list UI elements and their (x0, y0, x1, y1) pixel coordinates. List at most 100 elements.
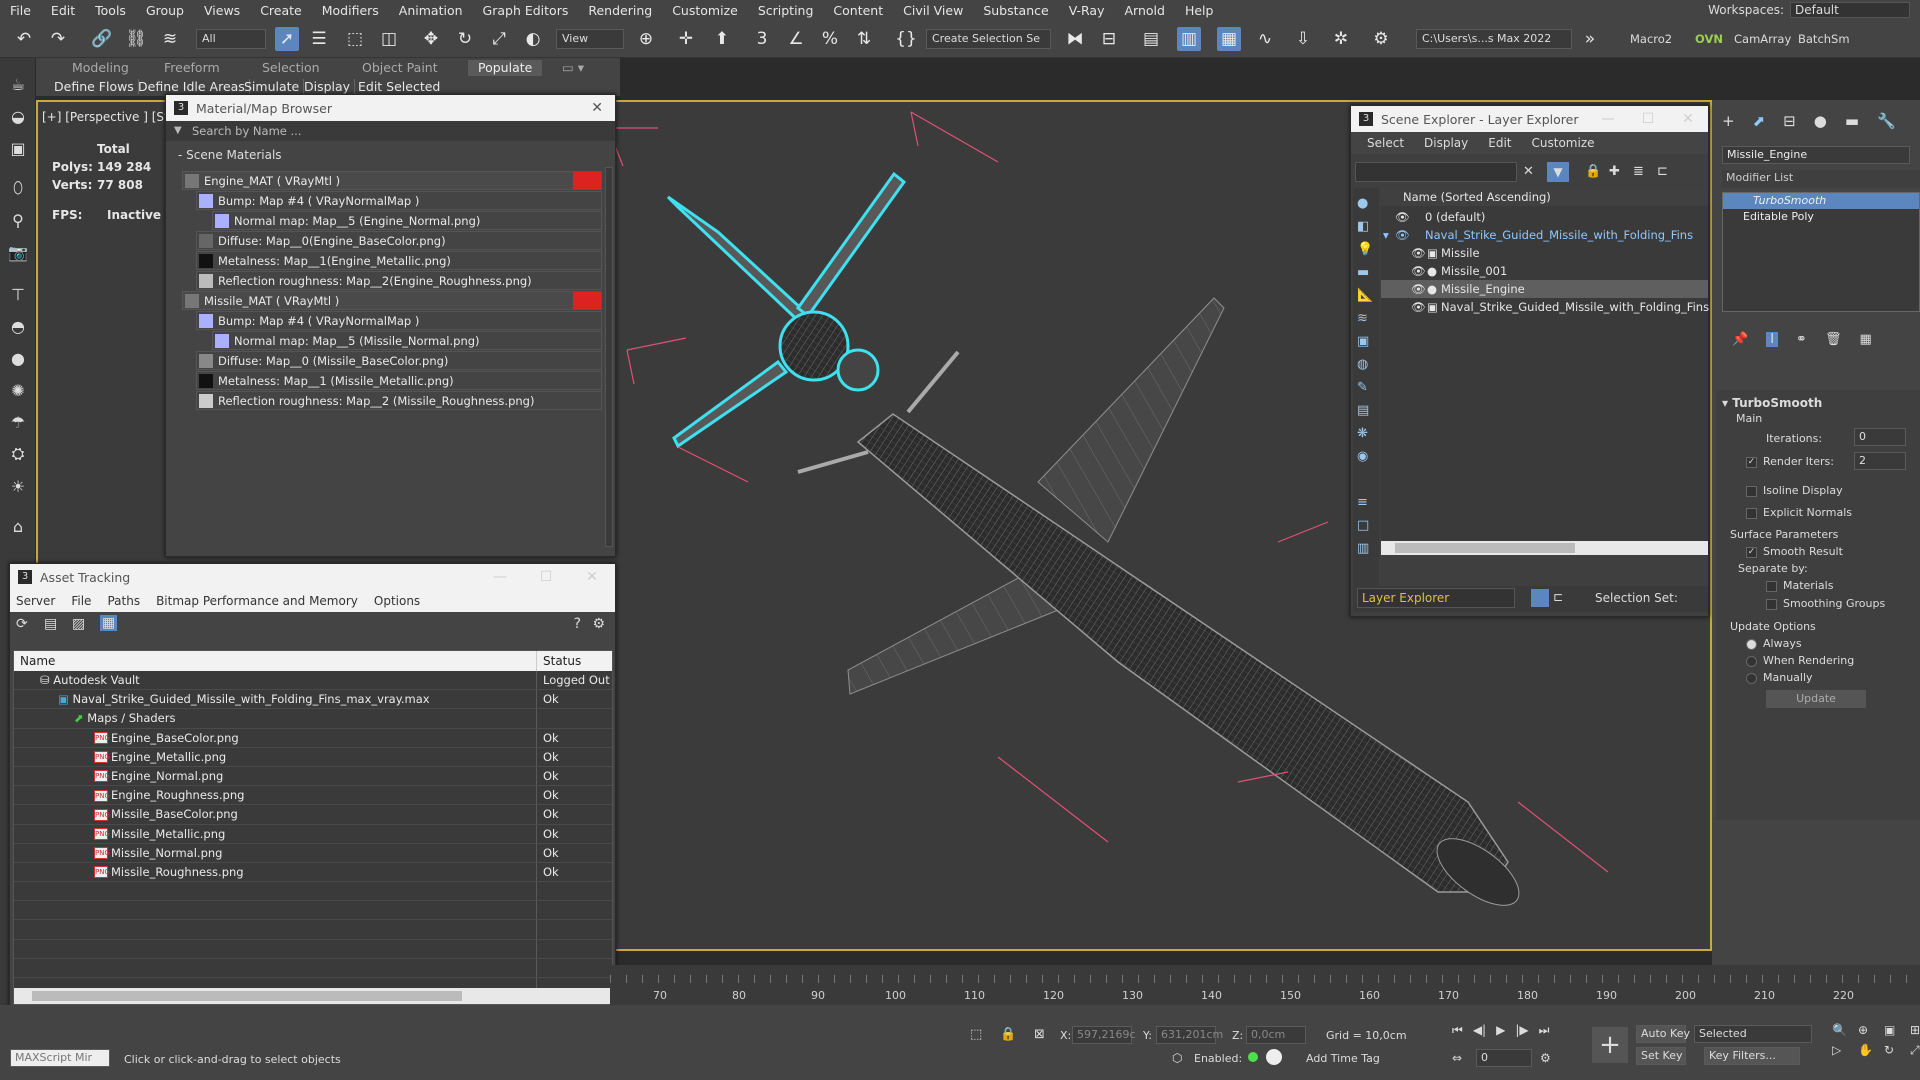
expand-arrow-icon[interactable]: ▾ (1383, 226, 1389, 244)
pin-stack-icon[interactable]: 📌 (1732, 332, 1748, 347)
undo-icon[interactable]: ↶ (12, 27, 36, 51)
refresh-icon[interactable]: ⟳ (16, 616, 28, 632)
current-frame-field[interactable]: 0 (1476, 1049, 1532, 1067)
play-icon[interactable]: ▶ (1496, 1023, 1505, 1038)
create-tab-icon[interactable]: + (1722, 112, 1735, 130)
dropdown-arrow-icon[interactable]: ▼ (174, 121, 182, 141)
table-row[interactable]: ⛁ Autodesk Vault Logged Out (14, 671, 612, 691)
cylinder-icon[interactable]: ⬯ (6, 176, 30, 200)
scrollbar-thumb[interactable] (32, 991, 462, 1001)
unlink-icon[interactable]: ⛓ (124, 27, 148, 51)
display-tab-icon[interactable]: ▬ (1845, 112, 1859, 130)
column-header-name[interactable]: Name (Sorted Ascending) (1381, 188, 1708, 206)
menu-display[interactable]: Display (1424, 136, 1468, 150)
hierarchy-tab-icon[interactable]: ⊟ (1783, 112, 1796, 130)
remove-modifier-icon[interactable]: 🗑 (1825, 332, 1842, 347)
enabled-indicator[interactable] (1248, 1052, 1258, 1062)
smoothing-groups-checkbox[interactable] (1766, 598, 1777, 610)
isoline-checkbox[interactable] (1746, 485, 1757, 497)
update-button[interactable]: Update (1766, 690, 1866, 708)
enabled-toggle-icon[interactable] (1266, 1049, 1282, 1065)
camera-icon[interactable]: 📷 (6, 240, 30, 264)
menu-modifiers[interactable]: Modifiers (312, 3, 389, 18)
visibility-eye-icon[interactable]: 👁 (1411, 262, 1426, 280)
redo-icon[interactable]: ↷ (46, 27, 70, 51)
always-radio[interactable] (1746, 638, 1757, 650)
menu-civil-view[interactable]: Civil View (893, 3, 973, 18)
x-coordinate-field[interactable]: 597,2169c (1072, 1026, 1136, 1044)
layers-toggle-icon[interactable] (1531, 589, 1549, 607)
menu-select[interactable]: Select (1367, 136, 1404, 150)
table-row[interactable]: PNGEngine_Metallic.png Ok (14, 747, 612, 767)
material-editor-icon[interactable]: ⇩ (1291, 27, 1315, 51)
material-row-metalness[interactable]: Metalness: Map__1(Engine_Metallic.png) (196, 251, 602, 270)
smoothing-groups-row[interactable]: Smoothing Groups (1766, 597, 1885, 610)
horizontal-scrollbar[interactable] (14, 988, 612, 1004)
material-row-bump[interactable]: Bump: Map #4 ( VRayNormalMap ) (196, 191, 602, 210)
object-row-missile[interactable]: 👁 ▣ Missile (1381, 244, 1708, 262)
visibility-eye-icon[interactable]: 👁 (1411, 244, 1426, 262)
selected-engine[interactable] (666, 171, 907, 449)
batchsm-button[interactable]: BatchSm (1798, 32, 1850, 46)
layers-icon[interactable]: ≣ (1633, 164, 1644, 179)
schematic-view-icon[interactable]: ∿ (1253, 27, 1277, 51)
motion-tab-icon[interactable]: ● (1814, 112, 1827, 130)
table-icon[interactable]: ⊤ (6, 282, 30, 306)
select-by-name-icon[interactable]: ☰ (307, 27, 331, 51)
menu-customize[interactable]: Customize (1532, 136, 1595, 150)
zoom-extents-all-icon[interactable]: ⊞ (1910, 1023, 1920, 1037)
menu-edit[interactable]: Edit (1488, 136, 1511, 150)
light-icon[interactable]: ⛭ (6, 442, 30, 466)
select-object-icon[interactable]: ➚ (275, 27, 299, 51)
horizontal-scrollbar[interactable] (1381, 541, 1708, 555)
umbrella-icon[interactable]: ☂ (6, 410, 30, 434)
layer-explorer-icon[interactable]: ▤ (1139, 27, 1163, 51)
tab-modeling[interactable]: Modeling (72, 60, 129, 76)
lock-icon[interactable]: 🔒 (1585, 164, 1601, 179)
set-key-big-button[interactable]: + (1592, 1027, 1628, 1063)
visibility-eye-icon[interactable]: 👁 (1411, 280, 1426, 298)
table-row[interactable]: PNGEngine_BaseColor.png Ok (14, 728, 612, 748)
material-row-roughness[interactable]: Reflection roughness: Map__2(Engine_Roug… (196, 271, 602, 290)
scene-search-input[interactable] (1355, 162, 1517, 182)
macro2-button[interactable]: Macro2 (1630, 32, 1672, 46)
make-unique-icon[interactable]: ⚭ (1796, 332, 1807, 347)
zoom-all-icon[interactable]: ⊕ (1858, 1023, 1878, 1037)
select-manipulate-icon[interactable]: ✛ (674, 27, 698, 51)
bind-space-warp-icon[interactable]: ≋ (158, 27, 182, 51)
angle-snap-icon[interactable]: ∠ (784, 27, 808, 51)
material-row-roughness[interactable]: Reflection roughness: Map__2 (Missile_Ro… (196, 391, 602, 410)
minimize-icon[interactable]: — (477, 569, 523, 585)
menu-file[interactable]: File (71, 594, 91, 608)
scrollbar-thumb[interactable] (1395, 543, 1575, 553)
scene-materials-header[interactable]: - Scene Materials (166, 145, 615, 165)
maximize-icon[interactable]: ☐ (523, 569, 569, 585)
menu-server[interactable]: Server (16, 594, 55, 608)
isoline-row[interactable]: Isoline Display (1746, 484, 1843, 497)
rotate-icon[interactable]: ↻ (453, 27, 477, 51)
settings-icon[interactable]: ⚙ (592, 616, 605, 632)
selection-filter-dropdown[interactable]: All (196, 29, 266, 49)
object-row-dummy[interactable]: 👁 ▣ Naval_Strike_Guided_Missile_with_Foldi… (1381, 298, 1709, 316)
scene-explorer-titlebar[interactable]: 3 Scene Explorer - Layer Explorer — ☐ ✕ (1351, 106, 1708, 132)
material-row-missile[interactable]: Missile_MAT ( VRayMtl ) (182, 291, 602, 310)
when-rendering-radio[interactable] (1746, 655, 1757, 667)
materials-checkbox[interactable] (1766, 580, 1777, 592)
rectangular-selection-icon[interactable]: ⬚ (343, 27, 367, 51)
timeline[interactable]: 70 80 90 100 110 120 130 140 150 160 170… (610, 965, 1920, 1005)
hierarchy-toggle-icon[interactable]: ⊏ (1553, 590, 1563, 604)
zoom-icon[interactable]: 🔍 (1832, 1023, 1852, 1037)
menu-paths[interactable]: Paths (107, 594, 140, 608)
table-row[interactable]: PNGMissile_Normal.png Ok (14, 843, 612, 863)
menu-arnold[interactable]: Arnold (1115, 3, 1175, 18)
render-setup-icon[interactable]: ✲ (1329, 27, 1353, 51)
spinner-snap-icon[interactable]: ⇅ (852, 27, 876, 51)
column-name[interactable]: Name (14, 651, 537, 671)
material-row-bump[interactable]: Bump: Map #4 ( VRayNormalMap ) (196, 311, 602, 330)
menu-edit[interactable]: Edit (41, 3, 85, 18)
always-row[interactable]: Always (1746, 637, 1802, 650)
set-key-button[interactable]: Set Key (1636, 1047, 1686, 1065)
menu-views[interactable]: Views (194, 3, 250, 18)
material-search-input[interactable]: ▼ Search by Name ... (166, 121, 615, 141)
time-tag-icon[interactable]: ⬡ (1172, 1051, 1182, 1065)
